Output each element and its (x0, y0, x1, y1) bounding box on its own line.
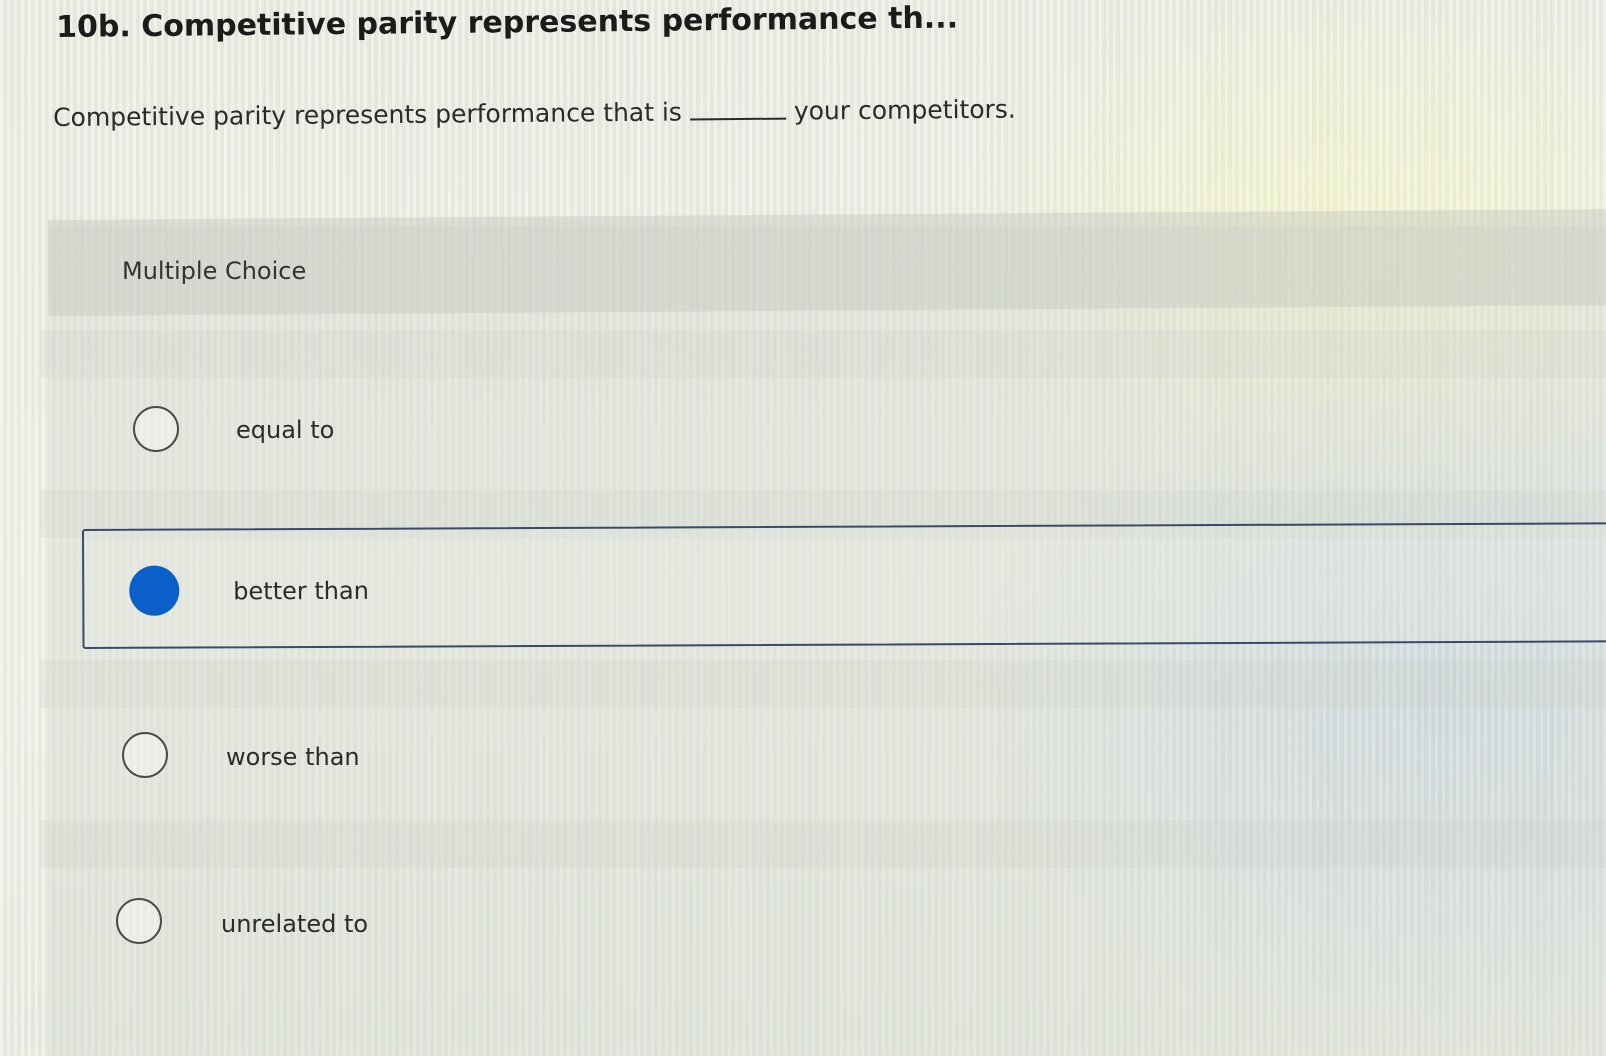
choice-option-better-than[interactable]: better than (82, 522, 1606, 649)
row-divider (40, 330, 1606, 378)
choice-label[interactable]: worse than (226, 743, 360, 771)
answer-blank (689, 117, 786, 121)
choice-label[interactable]: unrelated to (221, 910, 368, 938)
choice-label[interactable]: better than (233, 577, 369, 606)
question-title: 10b. Competitive parity represents perfo… (56, 0, 959, 45)
radio-button-unselected[interactable] (122, 732, 168, 778)
radio-button-unselected[interactable] (116, 898, 162, 944)
row-divider (40, 820, 1606, 868)
radio-button-selected[interactable] (129, 565, 180, 616)
prompt-text-after: your competitors. (793, 94, 1016, 126)
choice-option-unrelated-to[interactable]: unrelated to (96, 866, 1606, 978)
choice-option-equal-to[interactable]: equal to (110, 375, 1606, 487)
prompt-text-before: Competitive parity represents performanc… (53, 97, 683, 132)
choice-option-worse-than[interactable]: worse than (100, 700, 1606, 812)
radio-button-unselected[interactable] (133, 406, 179, 452)
question-prompt: Competitive parity represents performanc… (53, 95, 1016, 132)
multiple-choice-label: Multiple Choice (122, 257, 307, 285)
choice-label[interactable]: equal to (236, 416, 334, 444)
